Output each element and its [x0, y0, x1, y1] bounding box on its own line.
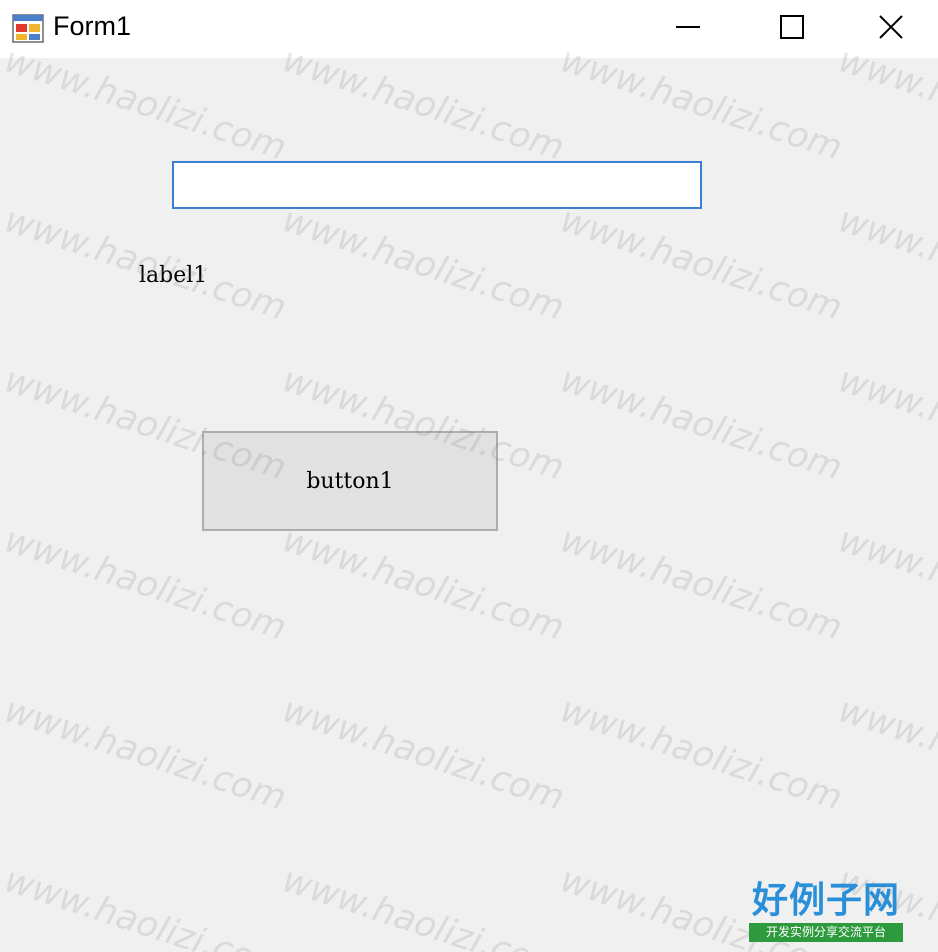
window-title: Form1 [53, 11, 132, 41]
minimize-button[interactable] [636, 0, 740, 58]
maximize-icon [779, 14, 805, 44]
minimize-icon [675, 14, 701, 44]
textbox1[interactable] [172, 161, 702, 209]
label1: label1 [139, 263, 208, 288]
maximize-button[interactable] [740, 0, 844, 58]
button1[interactable]: button1 [202, 431, 498, 531]
logo-subtitle: 开发实例分享交流平台 [749, 923, 903, 942]
logo-title: 好例子网 [751, 880, 900, 921]
windows-forms-icon [12, 13, 44, 45]
close-icon [878, 14, 904, 44]
close-button[interactable] [844, 0, 938, 58]
title-bar[interactable]: Form1 [0, 0, 938, 58]
site-logo: 好例子网 开发实例分享交流平台 [749, 880, 903, 942]
